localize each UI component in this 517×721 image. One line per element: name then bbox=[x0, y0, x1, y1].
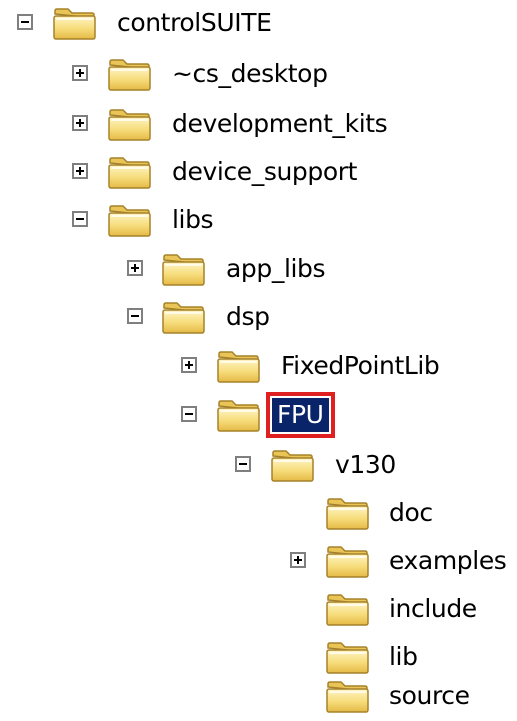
expand-toggle[interactable] bbox=[127, 260, 143, 276]
expand-toggle[interactable] bbox=[72, 115, 88, 131]
folder-icon bbox=[325, 640, 371, 676]
tree-item-label: source bbox=[389, 681, 470, 710]
tree-item-label: app_libs bbox=[226, 254, 326, 283]
folder-icon bbox=[325, 544, 371, 580]
tree-item-label-selected: FPU bbox=[266, 392, 335, 438]
tree-item-label: lib bbox=[389, 642, 418, 671]
expand-toggle[interactable] bbox=[290, 552, 306, 568]
folder-icon bbox=[325, 496, 371, 532]
folder-icon bbox=[107, 155, 153, 191]
folder-icon bbox=[161, 300, 207, 336]
collapse-toggle[interactable] bbox=[72, 211, 88, 227]
expand-toggle[interactable] bbox=[72, 163, 88, 179]
folder-icon bbox=[161, 252, 207, 288]
expand-toggle[interactable] bbox=[72, 65, 88, 81]
folder-icon bbox=[325, 592, 371, 628]
folder-icon bbox=[270, 448, 316, 484]
tree-item-label: controlSUITE bbox=[117, 8, 272, 37]
tree-item-label: device_support bbox=[172, 157, 358, 186]
collapse-toggle[interactable] bbox=[127, 308, 143, 324]
tree-item-label: v130 bbox=[335, 450, 396, 479]
tree-item-label: FixedPointLib bbox=[281, 351, 440, 380]
tree-item-label: examples bbox=[389, 546, 507, 575]
tree-item-label: development_kits bbox=[172, 109, 388, 138]
folder-tree: controlSUITE ~cs_desktop development_kit… bbox=[0, 0, 517, 721]
folder-icon bbox=[107, 57, 153, 93]
tree-item-label: doc bbox=[389, 498, 433, 527]
collapse-toggle[interactable] bbox=[181, 406, 197, 422]
tree-item-label: libs bbox=[172, 205, 214, 234]
expand-toggle[interactable] bbox=[181, 357, 197, 373]
collapse-toggle[interactable] bbox=[235, 456, 251, 472]
tree-item-label: include bbox=[389, 594, 477, 623]
folder-open-icon bbox=[216, 398, 262, 434]
folder-icon bbox=[52, 6, 98, 42]
folder-icon bbox=[107, 203, 153, 239]
folder-icon bbox=[325, 679, 371, 715]
collapse-toggle[interactable] bbox=[17, 14, 33, 30]
tree-item-label: ~cs_desktop bbox=[172, 59, 328, 88]
tree-item-label: dsp bbox=[226, 302, 270, 331]
folder-icon bbox=[216, 349, 262, 385]
folder-icon bbox=[107, 107, 153, 143]
